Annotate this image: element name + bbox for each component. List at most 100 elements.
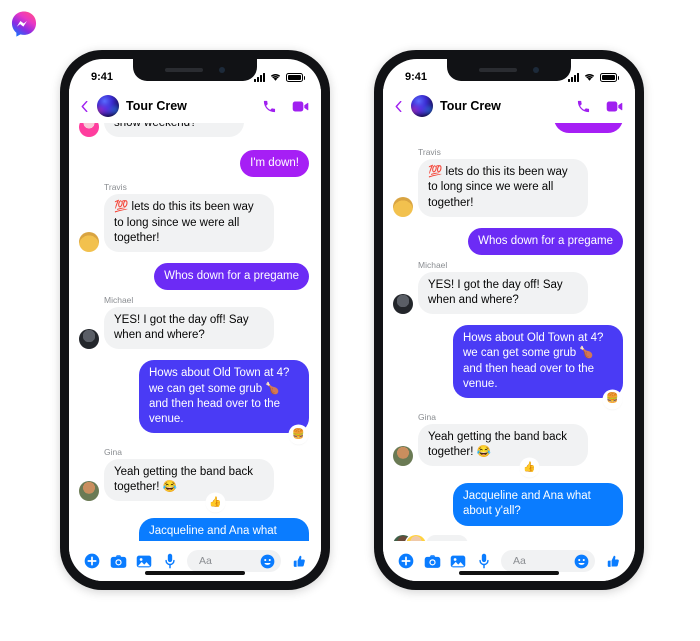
phone-call-icon[interactable] bbox=[262, 99, 277, 114]
message-row-partial: show weekend? bbox=[79, 123, 309, 138]
plus-circle-icon[interactable] bbox=[393, 553, 419, 569]
back-chevron-icon[interactable] bbox=[393, 100, 404, 112]
message-row: 💯 lets do this its been way to long sinc… bbox=[393, 159, 623, 217]
message-reaction[interactable]: 👍 bbox=[207, 494, 224, 512]
typing-indicator bbox=[393, 534, 623, 541]
message-input-placeholder: Aa bbox=[513, 555, 526, 567]
sender-name: Gina bbox=[418, 411, 436, 422]
wifi-icon bbox=[584, 73, 595, 81]
wifi-icon bbox=[270, 73, 281, 81]
avatar bbox=[79, 329, 99, 350]
avatar bbox=[79, 231, 99, 252]
chat-title: Tour Crew bbox=[126, 99, 187, 113]
avatar bbox=[393, 196, 413, 217]
avatar bbox=[79, 481, 99, 502]
message-bubble[interactable]: 💯 lets do this its been way to long sinc… bbox=[104, 194, 274, 252]
phone-right-screen: 9:41 Tour Crew Travis 💯 lets do this its… bbox=[383, 59, 635, 581]
message-list[interactable]: show weekend? I'm down! Travis 💯 lets do… bbox=[69, 123, 321, 541]
message-reaction[interactable]: 🍔 bbox=[290, 426, 307, 444]
message-reaction[interactable]: 🍔 bbox=[604, 390, 621, 408]
speaker-grille bbox=[479, 68, 517, 72]
message-row: Yeah getting the band back together! 😂 👍 bbox=[79, 459, 309, 512]
phone-left: 9:41 Tour Crew show weekend? I'm down! T… bbox=[60, 50, 330, 590]
microphone-icon[interactable] bbox=[471, 553, 497, 569]
avatar bbox=[79, 123, 99, 138]
video-camera-icon[interactable] bbox=[606, 99, 623, 114]
smiley-face-icon[interactable] bbox=[260, 554, 275, 569]
cellular-bars-icon bbox=[568, 72, 579, 82]
avatar bbox=[406, 534, 426, 541]
battery-full-icon bbox=[600, 72, 619, 82]
status-time: 9:41 bbox=[91, 71, 114, 83]
front-camera-icon bbox=[533, 67, 539, 73]
back-chevron-icon[interactable] bbox=[79, 100, 90, 112]
group-avatar[interactable] bbox=[97, 95, 119, 117]
group-avatar[interactable] bbox=[411, 95, 433, 117]
plus-circle-icon[interactable] bbox=[79, 553, 105, 569]
phone-call-icon[interactable] bbox=[576, 99, 591, 114]
battery-full-icon bbox=[286, 72, 305, 82]
message-row: I'm down! bbox=[79, 150, 309, 178]
thumbs-up-icon[interactable] bbox=[285, 554, 311, 569]
message-list[interactable]: I'm down! Travis 💯 lets do this its been… bbox=[383, 123, 635, 541]
video-camera-icon[interactable] bbox=[292, 99, 309, 114]
notch bbox=[133, 59, 257, 81]
sender-name: Travis bbox=[104, 182, 127, 193]
message-row: Hows about Old Town at 4? we can get som… bbox=[393, 325, 623, 408]
message-bubble[interactable]: Hows about Old Town at 4? we can get som… bbox=[139, 360, 309, 434]
message-row: Hows about Old Town at 4? we can get som… bbox=[79, 360, 309, 444]
screenshot-canvas: 9:41 Tour Crew show weekend? I'm down! T… bbox=[0, 0, 700, 641]
notch bbox=[447, 59, 571, 81]
avatar bbox=[393, 294, 413, 315]
message-row-partial: I'm down! bbox=[393, 123, 623, 134]
message-bubble[interactable]: Yeah getting the band back together! 😂 bbox=[418, 423, 588, 467]
message-row: Whos down for a pregame bbox=[79, 262, 309, 291]
speaker-grille bbox=[165, 68, 203, 72]
microphone-icon[interactable] bbox=[157, 553, 183, 569]
thumbs-up-icon[interactable] bbox=[599, 554, 625, 569]
composer-bar: Aa bbox=[383, 541, 635, 581]
image-gallery-icon[interactable] bbox=[131, 554, 157, 569]
message-bubble[interactable]: 💯 lets do this its been way to long sinc… bbox=[418, 159, 588, 217]
typing-avatars bbox=[393, 534, 426, 541]
message-bubble[interactable]: show weekend? bbox=[104, 123, 244, 138]
composer-bar: Aa bbox=[69, 541, 321, 581]
message-bubble[interactable]: YES! I got the day off! Say when and whe… bbox=[418, 271, 588, 315]
home-indicator bbox=[145, 571, 245, 575]
messenger-logo-icon bbox=[10, 10, 38, 38]
message-input[interactable]: Aa bbox=[187, 550, 281, 572]
message-bubble[interactable]: Yeah getting the band back together! 😂 bbox=[104, 459, 274, 502]
front-camera-icon bbox=[219, 67, 225, 73]
phone-left-screen: 9:41 Tour Crew show weekend? I'm down! T… bbox=[69, 59, 321, 581]
message-row: Whos down for a pregame bbox=[393, 227, 623, 255]
image-gallery-icon[interactable] bbox=[445, 554, 471, 569]
typing-dots bbox=[426, 535, 468, 541]
message-bubble[interactable]: YES! I got the day off! Say when and whe… bbox=[104, 307, 274, 350]
message-bubble[interactable]: I'm down! bbox=[554, 123, 623, 134]
message-bubble[interactable]: Whos down for a pregame bbox=[468, 227, 623, 255]
smiley-face-icon[interactable] bbox=[574, 554, 589, 569]
message-bubble[interactable]: I'm down! bbox=[240, 150, 309, 178]
phone-right: 9:41 Tour Crew Travis 💯 lets do this its… bbox=[374, 50, 644, 590]
message-bubble[interactable]: Whos down for a pregame bbox=[154, 262, 309, 291]
message-bubble[interactable]: Hows about Old Town at 4? we can get som… bbox=[453, 325, 623, 398]
message-row: Jacqueline and Ana what about y'all? bbox=[393, 483, 623, 526]
message-row: YES! I got the day off! Say when and whe… bbox=[393, 271, 623, 315]
sender-name: Travis bbox=[418, 147, 441, 158]
message-bubble[interactable]: Jacqueline and Ana what about y'all? bbox=[139, 518, 309, 541]
message-row: YES! I got the day off! Say when and whe… bbox=[79, 307, 309, 350]
camera-icon[interactable] bbox=[105, 554, 131, 569]
home-indicator bbox=[459, 571, 559, 575]
cellular-bars-icon bbox=[254, 72, 265, 82]
message-row: Yeah getting the band back together! 😂 👍 bbox=[393, 423, 623, 477]
message-reaction[interactable]: 👍 bbox=[521, 459, 538, 477]
message-bubble[interactable]: Jacqueline and Ana what about y'all? bbox=[453, 483, 623, 526]
camera-icon[interactable] bbox=[419, 554, 445, 569]
sender-name: Michael bbox=[104, 295, 134, 306]
avatar bbox=[393, 446, 413, 467]
message-row: 💯 lets do this its been way to long sinc… bbox=[79, 194, 309, 252]
message-input[interactable]: Aa bbox=[501, 550, 595, 572]
status-time: 9:41 bbox=[405, 71, 428, 83]
chat-header: Tour Crew bbox=[383, 89, 635, 123]
message-row: Jacqueline and Ana what about y'all? bbox=[79, 518, 309, 541]
